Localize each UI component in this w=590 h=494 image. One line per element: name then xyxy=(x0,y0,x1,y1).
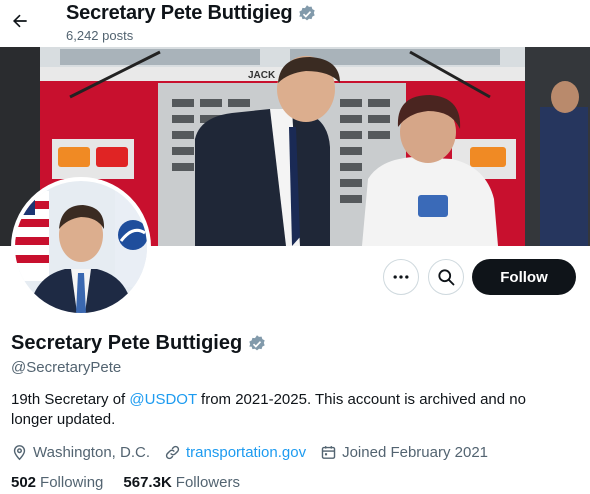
profile-meta: Washington, D.C. transportation.gov Join… xyxy=(11,442,502,462)
profile-stats: 502 Following 567.3K Followers xyxy=(11,474,260,491)
calendar-icon xyxy=(321,445,336,459)
followers-label: Followers xyxy=(175,474,240,491)
profile-name-text: Secretary Pete Buttigieg xyxy=(11,332,243,354)
search-profile-button[interactable] xyxy=(428,259,464,295)
more-options-button[interactable] xyxy=(383,259,419,295)
location-pin-icon xyxy=(13,444,26,460)
website-link[interactable]: transportation.gov xyxy=(186,444,306,461)
following-label: Following xyxy=(40,474,104,491)
profile-avatar[interactable] xyxy=(11,177,151,317)
post-count: 6,242 posts xyxy=(66,28,134,43)
link-icon xyxy=(165,445,180,459)
followers-link[interactable]: 567.3K Followers xyxy=(123,474,240,491)
header-name: Secretary Pete Buttigieg xyxy=(66,2,317,25)
location-text: Washington, D.C. xyxy=(33,443,150,461)
following-count: 502 xyxy=(11,474,37,491)
bio-mention-link[interactable]: @USDOT xyxy=(129,391,196,408)
website-item: transportation.gov xyxy=(164,444,306,461)
profile-handle: @SecretaryPete xyxy=(11,359,122,376)
location-item: Washington, D.C. xyxy=(11,444,150,461)
verified-badge-icon[interactable] xyxy=(247,334,267,354)
truck-brand-text: JACK xyxy=(248,70,276,81)
back-button[interactable] xyxy=(8,8,32,34)
header-name-text: Secretary Pete Buttigieg xyxy=(66,2,293,24)
avatar-photo xyxy=(15,181,147,313)
verified-badge-icon[interactable] xyxy=(297,4,317,24)
profile-name: Secretary Pete Buttigieg xyxy=(11,332,267,355)
followers-count: 567.3K xyxy=(123,474,172,491)
joined-text: Joined February 2021 xyxy=(342,443,489,461)
following-link[interactable]: 502 Following xyxy=(11,474,103,491)
top-bar: Secretary Pete Buttigieg 6,242 posts xyxy=(0,0,590,47)
more-horizontal-icon xyxy=(393,275,409,279)
search-icon xyxy=(438,269,455,286)
arrow-left-icon xyxy=(13,14,27,28)
profile-bio: 19th Secretary of @USDOT from 2021-2025.… xyxy=(11,390,571,430)
joined-item: Joined February 2021 xyxy=(320,444,488,461)
follow-button[interactable]: Follow xyxy=(472,259,576,295)
bio-text-start: 19th Secretary of xyxy=(11,391,130,408)
